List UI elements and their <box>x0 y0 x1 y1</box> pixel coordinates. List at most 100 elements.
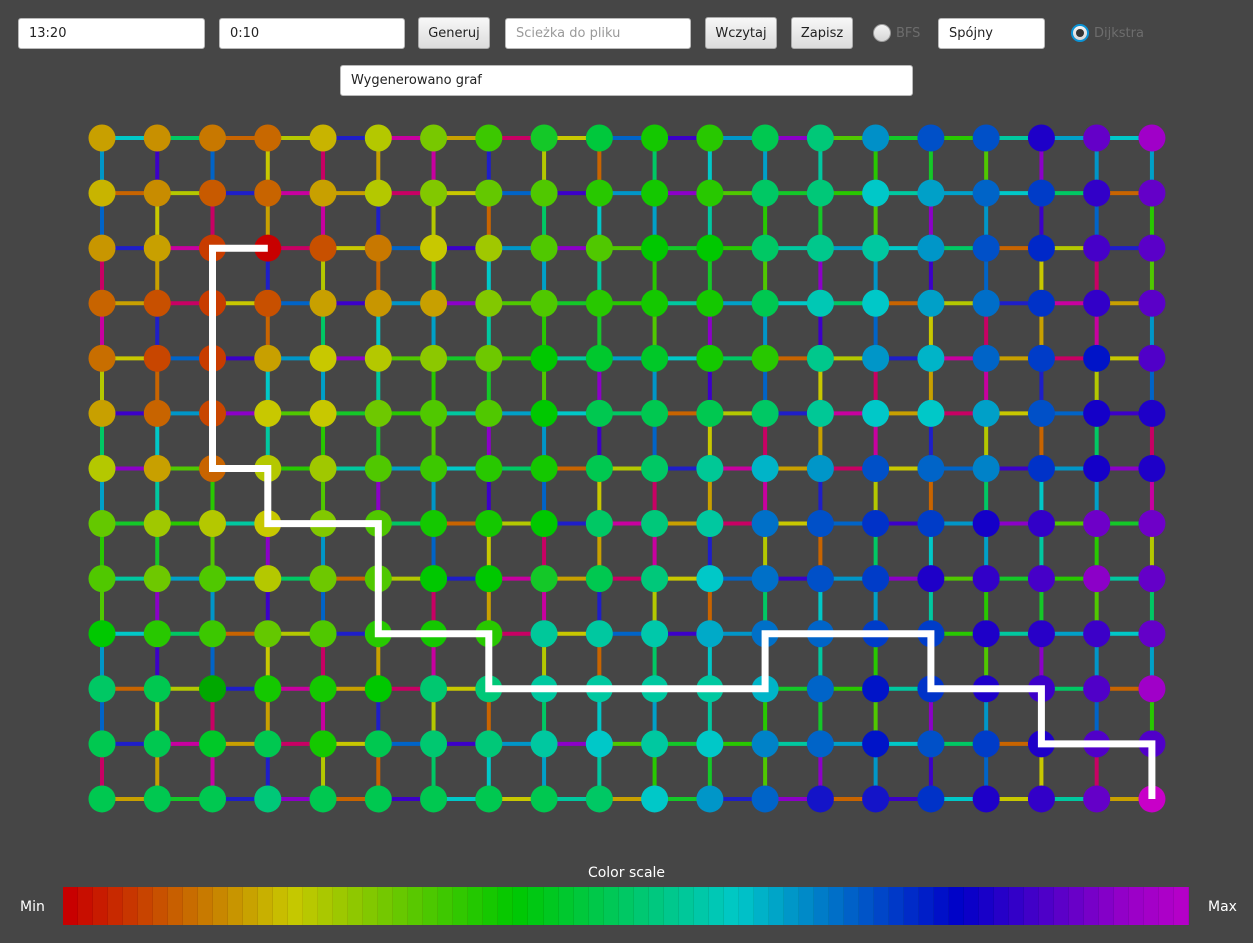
graph-node[interactable] <box>530 234 558 262</box>
graph-node[interactable] <box>1083 289 1111 317</box>
graph-node[interactable] <box>364 344 392 372</box>
graph-node[interactable] <box>530 454 558 482</box>
graph-node[interactable] <box>364 730 392 758</box>
graph-node[interactable] <box>972 344 1000 372</box>
graph-node[interactable] <box>696 730 724 758</box>
graph-node[interactable] <box>972 399 1000 427</box>
graph-node[interactable] <box>309 344 337 372</box>
graph-node[interactable] <box>1027 510 1055 538</box>
graph-node[interactable] <box>309 399 337 427</box>
graph-node[interactable] <box>143 565 171 593</box>
graph-node[interactable] <box>530 399 558 427</box>
graph-node[interactable] <box>917 565 945 593</box>
graph-node[interactable] <box>309 454 337 482</box>
graph-node[interactable] <box>420 234 448 262</box>
graph-node[interactable] <box>1083 510 1111 538</box>
graph-node[interactable] <box>1083 620 1111 648</box>
graph-node[interactable] <box>475 344 503 372</box>
graph-node[interactable] <box>862 289 890 317</box>
graph-node[interactable] <box>530 620 558 648</box>
graph-node[interactable] <box>530 124 558 152</box>
graph-node[interactable] <box>862 785 890 813</box>
graph-node[interactable] <box>862 124 890 152</box>
graph-node[interactable] <box>475 179 503 207</box>
graph-node[interactable] <box>806 675 834 703</box>
graph-node[interactable] <box>641 344 669 372</box>
graph-node[interactable] <box>199 675 227 703</box>
graph-node[interactable] <box>143 510 171 538</box>
graph-node[interactable] <box>585 289 613 317</box>
graph-node[interactable] <box>751 454 779 482</box>
graph-node[interactable] <box>420 179 448 207</box>
graph-node[interactable] <box>1138 510 1166 538</box>
graph-node[interactable] <box>254 730 282 758</box>
graph-node[interactable] <box>199 565 227 593</box>
graph-node[interactable] <box>585 344 613 372</box>
graph-node[interactable] <box>475 730 503 758</box>
graph-node[interactable] <box>364 454 392 482</box>
graph-node[interactable] <box>1083 399 1111 427</box>
graph-node[interactable] <box>641 620 669 648</box>
graph-node[interactable] <box>806 565 834 593</box>
graph-node[interactable] <box>1083 454 1111 482</box>
graph-node[interactable] <box>806 234 834 262</box>
graph-node[interactable] <box>1083 179 1111 207</box>
graph-node[interactable] <box>751 344 779 372</box>
graph-node[interactable] <box>696 289 724 317</box>
graph-node[interactable] <box>696 510 724 538</box>
graph-node[interactable] <box>475 234 503 262</box>
graph-node[interactable] <box>88 675 116 703</box>
graph-node[interactable] <box>862 399 890 427</box>
graph-node[interactable] <box>143 289 171 317</box>
graph-node[interactable] <box>475 289 503 317</box>
graph-node[interactable] <box>1027 565 1055 593</box>
graph-node[interactable] <box>1027 785 1055 813</box>
graph-node[interactable] <box>254 399 282 427</box>
graph-node[interactable] <box>917 344 945 372</box>
graph-node[interactable] <box>530 289 558 317</box>
graph-node[interactable] <box>88 344 116 372</box>
graph-node[interactable] <box>806 454 834 482</box>
graph-node[interactable] <box>88 124 116 152</box>
graph-node[interactable] <box>364 289 392 317</box>
graph-node[interactable] <box>862 565 890 593</box>
graph-node[interactable] <box>88 510 116 538</box>
graph-node[interactable] <box>1083 124 1111 152</box>
graph-node[interactable] <box>585 785 613 813</box>
graph-node[interactable] <box>1027 289 1055 317</box>
graph-node[interactable] <box>585 234 613 262</box>
graph-node[interactable] <box>1027 234 1055 262</box>
graph-node[interactable] <box>1027 179 1055 207</box>
graph-node[interactable] <box>1138 234 1166 262</box>
graph-node[interactable] <box>254 785 282 813</box>
graph-node[interactable] <box>585 730 613 758</box>
graph-node[interactable] <box>1083 344 1111 372</box>
graph-node[interactable] <box>143 124 171 152</box>
graph-node[interactable] <box>1138 289 1166 317</box>
graph-node[interactable] <box>862 234 890 262</box>
graph-node[interactable] <box>88 234 116 262</box>
graph-node[interactable] <box>696 124 724 152</box>
graph-node[interactable] <box>972 454 1000 482</box>
graph-node[interactable] <box>641 234 669 262</box>
graph-node[interactable] <box>1083 785 1111 813</box>
graph-node[interactable] <box>806 399 834 427</box>
graph-node[interactable] <box>143 399 171 427</box>
graph-node[interactable] <box>88 730 116 758</box>
graph-node[interactable] <box>917 785 945 813</box>
graph-node[interactable] <box>972 510 1000 538</box>
graph-node[interactable] <box>254 179 282 207</box>
graph-node[interactable] <box>917 124 945 152</box>
graph-node[interactable] <box>585 510 613 538</box>
graph-node[interactable] <box>641 454 669 482</box>
graph-node[interactable] <box>364 234 392 262</box>
graph-node[interactable] <box>917 234 945 262</box>
graph-node[interactable] <box>696 454 724 482</box>
graph-node[interactable] <box>1027 344 1055 372</box>
graph-node[interactable] <box>199 730 227 758</box>
graph-node[interactable] <box>806 510 834 538</box>
graph-node[interactable] <box>806 730 834 758</box>
graph-node[interactable] <box>751 399 779 427</box>
graph-node[interactable] <box>641 510 669 538</box>
graph-node[interactable] <box>420 675 448 703</box>
